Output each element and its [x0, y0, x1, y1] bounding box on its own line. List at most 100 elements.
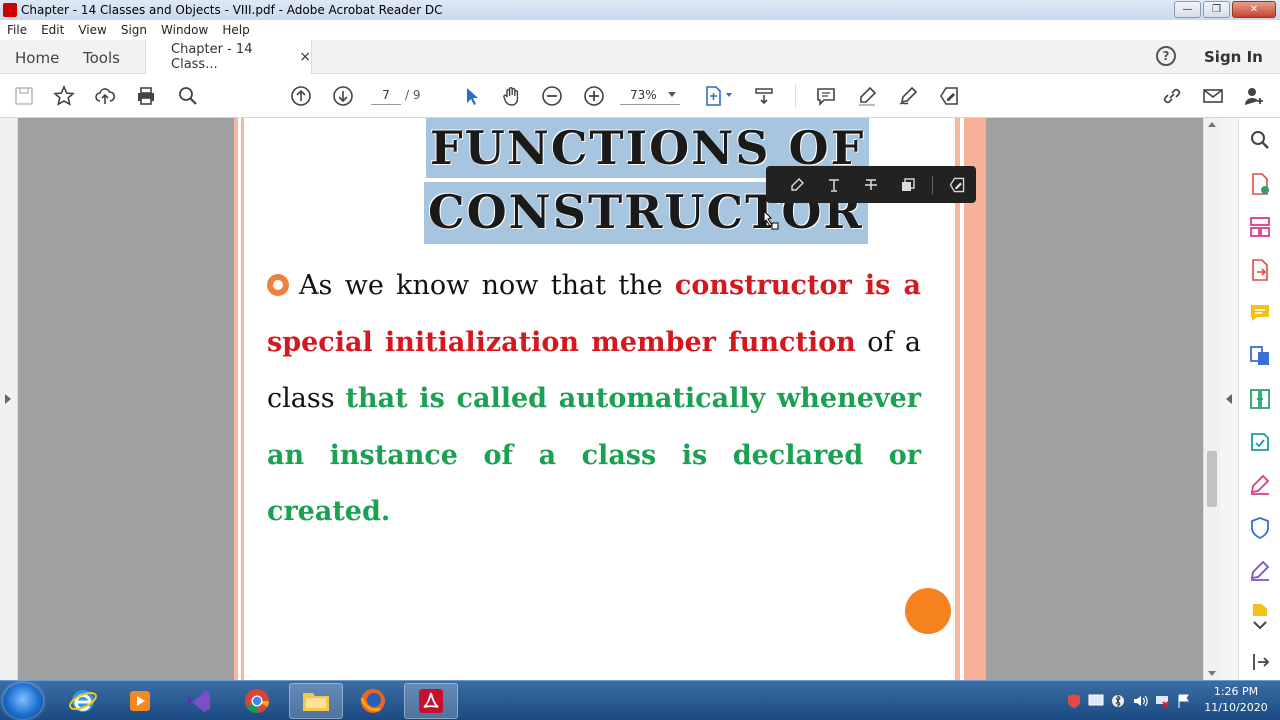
scrollbar-thumb[interactable]	[1207, 451, 1217, 507]
tab-tools[interactable]: Tools	[83, 49, 120, 67]
system-tray	[1062, 681, 1202, 720]
media-player-icon[interactable]	[113, 683, 167, 719]
send-for-review-icon[interactable]	[1248, 430, 1272, 454]
acrobat-app-icon	[3, 3, 17, 17]
share-link-icon[interactable]	[1160, 84, 1184, 108]
upload-cloud-icon[interactable]	[93, 84, 117, 108]
security-tray-icon[interactable]	[1066, 693, 1082, 709]
menu-edit[interactable]: Edit	[34, 23, 71, 37]
save-icon[interactable]	[12, 84, 36, 108]
zoom-level-select[interactable]: 73%	[620, 87, 680, 105]
floatbar-divider	[932, 175, 933, 194]
clock-date: 11/10/2020	[1204, 701, 1268, 714]
tab-document[interactable]: Chapter - 14 Class... ×	[145, 40, 312, 74]
file-explorer-icon[interactable]	[289, 683, 343, 719]
fill-sign-icon[interactable]	[1248, 473, 1272, 497]
left-panel-toggle[interactable]	[0, 118, 18, 680]
search-icon[interactable]	[176, 84, 200, 108]
taskbar-clock[interactable]: 1:26 PM 11/10/2020	[1200, 684, 1272, 716]
help-icon[interactable]: ?	[1156, 46, 1176, 66]
organize-pages-icon[interactable]	[1248, 215, 1272, 239]
close-window-button[interactable]: ✕	[1232, 1, 1276, 18]
mouse-cursor-icon	[763, 210, 779, 230]
zoom-in-icon[interactable]	[582, 84, 606, 108]
collapse-left-icon	[1226, 394, 1232, 404]
scroll-mode-icon[interactable]	[752, 84, 776, 108]
chrome-icon[interactable]	[230, 683, 284, 719]
minimize-button[interactable]: —	[1174, 1, 1201, 18]
copy-text-icon[interactable]	[889, 173, 926, 197]
more-tools-icon[interactable]	[1248, 602, 1272, 616]
action-center-flag-icon[interactable]	[1176, 693, 1192, 709]
sign-in-button[interactable]: Sign In	[1204, 48, 1263, 66]
menu-file[interactable]: File	[0, 23, 34, 37]
visual-studio-icon[interactable]	[172, 683, 226, 719]
email-icon[interactable]	[1201, 84, 1225, 108]
next-page-icon[interactable]	[331, 84, 355, 108]
zoom-out-icon[interactable]	[540, 84, 564, 108]
maximize-button[interactable]: ❐	[1203, 1, 1230, 18]
combine-files-icon[interactable]	[1248, 344, 1272, 368]
tools-side-panel	[1238, 118, 1280, 680]
zoom-search-icon[interactable]	[1248, 128, 1272, 152]
scroll-up-icon[interactable]	[1208, 122, 1216, 127]
volume-icon[interactable]	[1132, 693, 1148, 709]
collapse-panel-icon[interactable]	[1248, 650, 1272, 674]
previous-page-icon[interactable]	[289, 84, 313, 108]
right-panel-toggle[interactable]	[1220, 118, 1238, 680]
page-number-input[interactable]: 7	[371, 87, 401, 105]
request-signature-icon[interactable]	[1248, 559, 1272, 583]
highlight-text-icon[interactable]	[778, 173, 815, 197]
chevron-down-icon	[668, 92, 676, 97]
more-edit-icon[interactable]	[939, 173, 976, 197]
menu-view[interactable]: View	[71, 23, 113, 37]
tab-home[interactable]: Home	[15, 49, 59, 67]
sign-pen-icon[interactable]	[896, 84, 920, 108]
acrobat-reader-taskbar-icon[interactable]	[404, 683, 458, 719]
fit-dropdown-icon[interactable]	[726, 93, 732, 97]
internet-explorer-icon[interactable]	[56, 683, 110, 719]
window-controls: — ❐ ✕	[1174, 1, 1276, 18]
add-user-icon[interactable]	[1242, 84, 1266, 108]
firefox-icon[interactable]	[346, 683, 400, 719]
protect-shield-icon[interactable]	[1248, 516, 1272, 540]
underline-text-icon[interactable]	[815, 173, 852, 197]
page-total: / 9	[405, 88, 421, 102]
vertical-scrollbar[interactable]	[1203, 118, 1220, 680]
document-viewport[interactable]: FUNCTIONS OF CONSTRUCTOR As we know now …	[18, 118, 1203, 680]
zoom-level-value: 73%	[630, 88, 657, 102]
edit-tools-icon[interactable]	[937, 84, 961, 108]
export-pdf-icon[interactable]	[1248, 258, 1272, 282]
hand-tool-icon[interactable]	[500, 84, 524, 108]
decorative-orange-circle	[905, 588, 951, 634]
menu-help[interactable]: Help	[215, 23, 256, 37]
fit-page-icon[interactable]	[701, 84, 725, 108]
acrobat-window: Chapter - 14 Classes and Objects - VIII.…	[0, 0, 1280, 720]
menu-bar: File Edit View Sign Window Help	[0, 20, 1280, 40]
print-icon[interactable]	[134, 84, 158, 108]
close-tab-icon[interactable]: ×	[299, 49, 311, 65]
slide-paragraph[interactable]: As we know now that the constructor is a…	[267, 258, 921, 541]
display-tray-icon[interactable]	[1088, 693, 1104, 709]
comment-tool-icon[interactable]	[1248, 301, 1272, 325]
bluetooth-tray-icon[interactable]	[1110, 693, 1126, 709]
window-title: Chapter - 14 Classes and Objects - VIII.…	[21, 3, 443, 17]
title-bar: Chapter - 14 Classes and Objects - VIII.…	[0, 0, 1280, 20]
bookmark-star-icon[interactable]	[52, 84, 76, 108]
bullet-icon	[267, 274, 289, 296]
start-button[interactable]	[3, 683, 43, 719]
para-intro: As we know now that the	[299, 270, 675, 301]
clock-time: 1:26 PM	[1213, 685, 1259, 698]
network-tray-icon[interactable]	[1154, 693, 1170, 709]
create-pdf-icon[interactable]	[1248, 172, 1272, 196]
menu-window[interactable]: Window	[154, 23, 215, 37]
compare-files-icon[interactable]	[1248, 387, 1272, 411]
highlight-pen-icon[interactable]	[855, 84, 879, 108]
scroll-down-icon[interactable]	[1208, 671, 1216, 676]
strikethrough-text-icon[interactable]	[852, 173, 889, 197]
menu-sign[interactable]: Sign	[114, 23, 154, 37]
chevron-down-icon[interactable]	[1248, 618, 1272, 632]
comment-icon[interactable]	[814, 84, 838, 108]
select-cursor-icon[interactable]	[459, 84, 483, 108]
page-left-border	[234, 118, 244, 680]
